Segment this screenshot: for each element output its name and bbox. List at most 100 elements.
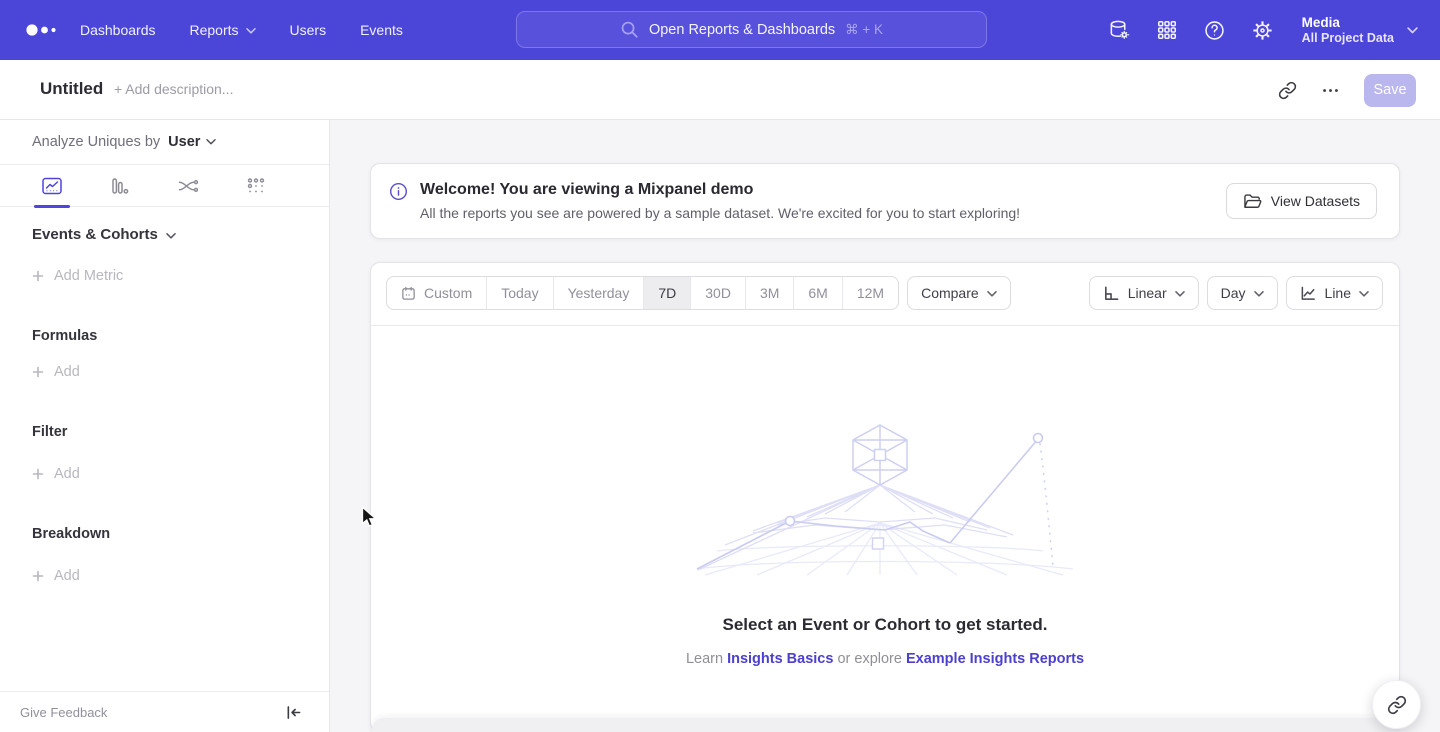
plus-icon bbox=[32, 570, 44, 582]
top-navigation-bar: Dashboards Reports Users Events Open Rep… bbox=[0, 0, 1440, 60]
apps-grid-icon[interactable] bbox=[1156, 19, 1178, 41]
date-range-7d[interactable]: 7D bbox=[644, 277, 691, 309]
link-icon bbox=[1387, 695, 1407, 715]
project-switcher[interactable]: Media All Project Data bbox=[1302, 14, 1418, 46]
date-range-30d[interactable]: 30D bbox=[691, 277, 746, 309]
interval-dropdown[interactable]: Day bbox=[1207, 276, 1278, 310]
chevron-down-icon bbox=[987, 291, 997, 297]
date-range-6m[interactable]: 6M bbox=[794, 277, 842, 309]
analyze-prefix-label: Analyze Uniques by bbox=[32, 134, 160, 150]
primary-nav-items: Dashboards Reports Users Events bbox=[80, 0, 403, 60]
chevron-down-icon bbox=[1175, 291, 1185, 297]
save-button[interactable]: Save bbox=[1364, 74, 1416, 107]
hint-learn-text: Learn bbox=[686, 651, 723, 667]
scatter-tab-icon bbox=[245, 175, 267, 197]
mixpanel-logo-dots bbox=[24, 21, 64, 39]
report-header-actions: Save bbox=[1278, 60, 1416, 120]
chart-display-controls: Linear Day Line bbox=[1089, 276, 1383, 310]
welcome-subtitle: All the reports you see are powered by a… bbox=[420, 203, 1020, 223]
welcome-banner-text: Welcome! You are viewing a Mixpanel demo… bbox=[420, 179, 1020, 223]
date-range-segmented-control: Custom Today Yesterday 7D 30D 3M 6M 12M bbox=[386, 276, 899, 310]
mixpanel-logo-icon[interactable] bbox=[24, 21, 64, 39]
tab-bar-chart[interactable] bbox=[98, 165, 142, 207]
plus-icon bbox=[32, 366, 44, 378]
give-feedback-link[interactable]: Give Feedback bbox=[20, 705, 107, 720]
analyze-by-value: User bbox=[168, 134, 200, 150]
query-builder-sidebar: Analyze Uniques by User bbox=[0, 120, 330, 732]
date-range-3m-label: 3M bbox=[760, 285, 779, 301]
view-datasets-button[interactable]: View Datasets bbox=[1226, 183, 1377, 219]
events-cohorts-section-header[interactable]: Events & Cohorts bbox=[32, 226, 176, 243]
chevron-down-icon bbox=[1407, 27, 1418, 34]
more-options-icon[interactable] bbox=[1321, 81, 1340, 100]
global-search-input[interactable]: Open Reports & Dashboards ⌘ + K bbox=[516, 11, 987, 48]
add-breakdown-label: Add bbox=[54, 568, 80, 584]
date-range-yesterday[interactable]: Yesterday bbox=[554, 277, 645, 309]
scale-label: Linear bbox=[1128, 285, 1167, 301]
report-description-placeholder[interactable]: + Add description... bbox=[114, 81, 233, 97]
sidebar-footer: Give Feedback bbox=[0, 691, 329, 732]
report-header-bar: Untitled + Add description... Save bbox=[0, 60, 1440, 120]
nav-item-reports[interactable]: Reports bbox=[190, 22, 256, 38]
add-filter-label: Add bbox=[54, 466, 80, 482]
folder-icon bbox=[1243, 193, 1262, 210]
help-icon[interactable] bbox=[1203, 19, 1226, 42]
tab-insights-line[interactable] bbox=[30, 165, 74, 207]
date-range-today[interactable]: Today bbox=[487, 277, 553, 309]
chevron-down-icon bbox=[1254, 291, 1264, 297]
example-reports-link[interactable]: Example Insights Reports bbox=[906, 651, 1084, 667]
chevron-down-icon bbox=[1359, 291, 1369, 297]
bar-chart-tab-icon bbox=[109, 175, 131, 197]
date-range-12m-label: 12M bbox=[857, 285, 884, 301]
insights-basics-link[interactable]: Insights Basics bbox=[727, 651, 833, 667]
add-filter-button[interactable]: Add bbox=[32, 466, 80, 482]
date-range-custom-label: Custom bbox=[424, 285, 472, 301]
chart-controls-row: Custom Today Yesterday 7D 30D 3M 6M 12M … bbox=[386, 276, 1383, 310]
tab-scatter[interactable] bbox=[234, 165, 278, 207]
add-breakdown-button[interactable]: Add bbox=[32, 568, 80, 584]
search-shortcut-hint: ⌘ + K bbox=[845, 22, 883, 38]
axis-scale-icon bbox=[1103, 285, 1120, 302]
scale-dropdown[interactable]: Linear bbox=[1089, 276, 1199, 310]
add-formula-label: Add bbox=[54, 364, 80, 380]
welcome-banner: Welcome! You are viewing a Mixpanel demo… bbox=[370, 163, 1400, 239]
nav-item-dashboards[interactable]: Dashboards bbox=[80, 22, 156, 38]
report-title[interactable]: Untitled bbox=[40, 79, 103, 99]
settings-gear-icon[interactable] bbox=[1251, 19, 1274, 42]
empty-state-illustration bbox=[695, 423, 1075, 578]
date-range-12m[interactable]: 12M bbox=[843, 277, 898, 309]
formulas-section-header: Formulas bbox=[32, 328, 97, 344]
project-name: Media bbox=[1302, 14, 1394, 31]
visualization-tabs bbox=[0, 165, 329, 207]
analyze-by-dropdown[interactable]: User bbox=[168, 134, 216, 150]
date-range-6m-label: 6M bbox=[808, 285, 827, 301]
copy-link-icon[interactable] bbox=[1278, 81, 1297, 100]
add-metric-button[interactable]: Add Metric bbox=[32, 268, 123, 284]
nav-item-events[interactable]: Events bbox=[360, 22, 403, 38]
date-range-3m[interactable]: 3M bbox=[746, 277, 794, 309]
add-formula-button[interactable]: Add bbox=[32, 364, 80, 380]
hint-middle-text: or explore bbox=[837, 651, 901, 667]
calendar-icon bbox=[401, 286, 416, 301]
events-cohorts-title: Events & Cohorts bbox=[32, 226, 158, 243]
project-scope: All Project Data bbox=[1302, 31, 1394, 46]
nav-item-users[interactable]: Users bbox=[290, 22, 327, 38]
floating-share-link-button[interactable] bbox=[1372, 680, 1421, 729]
tab-flow[interactable] bbox=[166, 165, 210, 207]
line-chart-icon bbox=[1300, 285, 1317, 302]
chart-type-dropdown[interactable]: Line bbox=[1286, 276, 1383, 310]
search-placeholder: Open Reports & Dashboards bbox=[649, 22, 835, 38]
chevron-down-icon bbox=[206, 139, 216, 145]
nav-label-dashboards: Dashboards bbox=[80, 22, 156, 38]
collapse-sidebar-icon[interactable] bbox=[285, 705, 302, 720]
compare-dropdown[interactable]: Compare bbox=[907, 276, 1011, 310]
date-range-today-label: Today bbox=[501, 285, 538, 301]
search-icon bbox=[620, 20, 639, 39]
breakdown-section-header: Breakdown bbox=[32, 526, 110, 542]
filter-section-header: Filter bbox=[32, 424, 67, 440]
interval-label: Day bbox=[1221, 285, 1246, 301]
view-datasets-label: View Datasets bbox=[1271, 193, 1360, 209]
date-range-custom[interactable]: Custom bbox=[387, 277, 487, 309]
data-management-icon[interactable] bbox=[1108, 19, 1131, 42]
info-icon bbox=[389, 182, 408, 201]
